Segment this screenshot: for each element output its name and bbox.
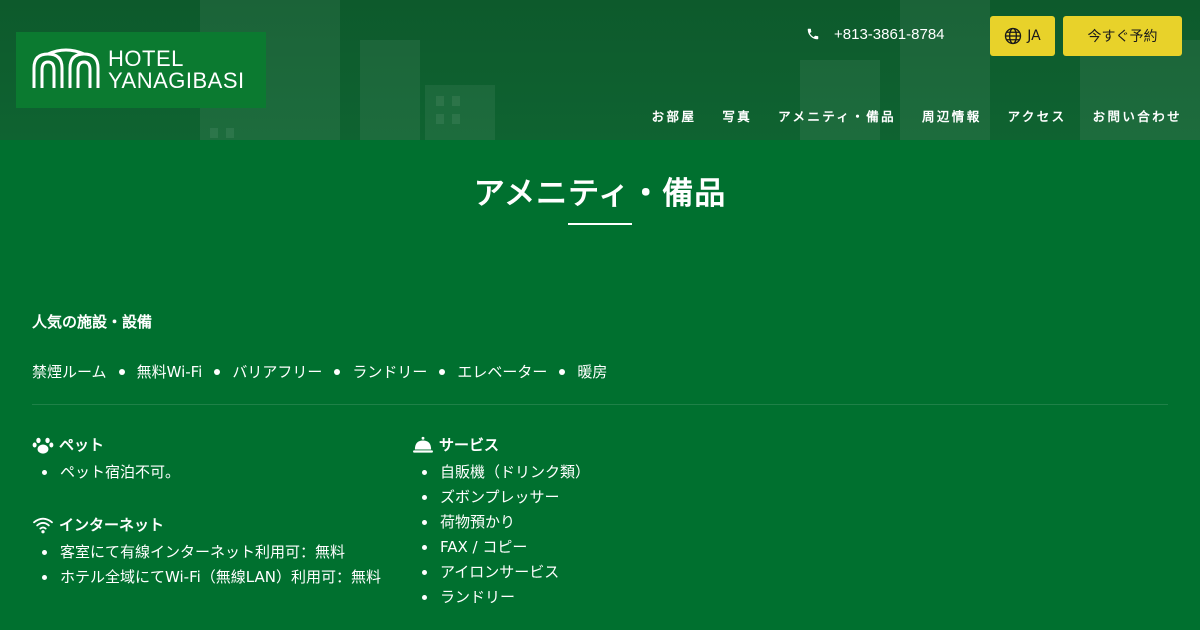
- wifi-icon: [33, 517, 53, 533]
- globe-icon: [1005, 27, 1022, 45]
- background-window: [226, 128, 234, 138]
- service-group-title: サービス: [439, 436, 500, 454]
- background-building: [425, 85, 495, 140]
- list-item: FAX / コピー: [412, 535, 772, 560]
- hotel-logo[interactable]: HOTEL YANAGIBASI: [16, 32, 266, 108]
- logo-line-1: HOTEL: [108, 46, 184, 71]
- site-header: HOTEL YANAGIBASI +813-3861-8784 JA 今すぐ予約…: [0, 0, 1200, 140]
- list-item: 荷物預かり: [412, 510, 772, 535]
- list-item: ランドリー: [412, 585, 772, 610]
- nav-item-photos[interactable]: 写真: [722, 106, 752, 125]
- phone-text: +813-3861-8784: [834, 25, 945, 43]
- list-item: ホテル全域にてWi-Fi（無線LAN）利用可：無料: [32, 565, 394, 590]
- service-group-heading: サービス: [412, 434, 499, 455]
- pet-group-title: ペット: [59, 436, 105, 454]
- section-divider: [32, 404, 1168, 405]
- background-window: [452, 96, 460, 106]
- arches-logo-icon: [32, 48, 100, 88]
- popular-facilities-heading: 人気の施設・設備: [32, 313, 153, 331]
- main-nav: お部屋 写真 アメニティ・備品 周辺情報 アクセス お問い合わせ: [652, 106, 1182, 125]
- title-underline: [568, 223, 632, 225]
- facility-item: バリアフリー: [232, 363, 323, 381]
- nav-item-amenities[interactable]: アメニティ・備品: [778, 106, 896, 125]
- nav-item-surroundings[interactable]: 周辺情報: [922, 106, 982, 125]
- facility-item: 禁煙ルーム: [32, 363, 107, 381]
- background-building: [360, 40, 420, 140]
- bullet-separator: [559, 368, 566, 375]
- background-window: [452, 114, 460, 124]
- bullet-separator: [439, 368, 446, 375]
- list-item: アイロンサービス: [412, 560, 772, 585]
- list-item: 客室にて有線インターネット利用可：無料: [32, 540, 394, 565]
- list-item: ズボンプレッサー: [412, 485, 772, 510]
- internet-group-title: インターネット: [59, 516, 165, 534]
- phone-icon: [807, 28, 819, 40]
- list-item: ペット宿泊不可。: [32, 460, 392, 485]
- logo-line-2: YANAGIBASI: [108, 68, 245, 93]
- bullet-separator: [118, 368, 125, 375]
- facility-item: 暖房: [577, 363, 608, 381]
- language-button[interactable]: JA: [990, 16, 1055, 56]
- nav-item-rooms[interactable]: お部屋: [652, 106, 697, 125]
- nav-item-access[interactable]: アクセス: [1008, 106, 1067, 125]
- background-window: [436, 96, 444, 106]
- nav-item-contact[interactable]: お問い合わせ: [1093, 106, 1182, 125]
- facility-item: 無料Wi-Fi: [136, 363, 203, 381]
- background-building: [800, 60, 880, 140]
- page-title: アメニティ・備品: [473, 176, 727, 212]
- background-window: [436, 114, 444, 124]
- facility-item: エレベーター: [457, 363, 548, 381]
- book-now-button[interactable]: 今すぐ予約: [1063, 16, 1182, 56]
- pet-items-list: ペット宿泊不可。: [32, 460, 392, 485]
- phone-number[interactable]: +813-3861-8784: [806, 24, 945, 44]
- background-window: [210, 128, 218, 138]
- paw-icon: [32, 437, 54, 454]
- internet-items-list: 客室にて有線インターネット利用可：無料 ホテル全域にてWi-Fi（無線LAN）利…: [32, 540, 394, 590]
- pet-group-heading: ペット: [32, 434, 104, 455]
- service-items-list: 自販機（ドリンク類） ズボンプレッサー 荷物預かり FAX / コピー アイロン…: [412, 460, 772, 610]
- popular-facilities-list: 禁煙ルーム 無料Wi-Fi バリアフリー ランドリー エレベーター 暖房: [32, 361, 607, 382]
- language-label: JA: [1027, 28, 1041, 44]
- logo-text: HOTEL YANAGIBASI: [108, 48, 245, 92]
- bullet-separator: [214, 368, 221, 375]
- list-item: 自販機（ドリンク類）: [412, 460, 772, 485]
- internet-group-heading: インターネット: [32, 514, 164, 535]
- service-bell-icon: [413, 436, 433, 453]
- bullet-separator: [334, 368, 341, 375]
- facility-item: ランドリー: [352, 363, 428, 381]
